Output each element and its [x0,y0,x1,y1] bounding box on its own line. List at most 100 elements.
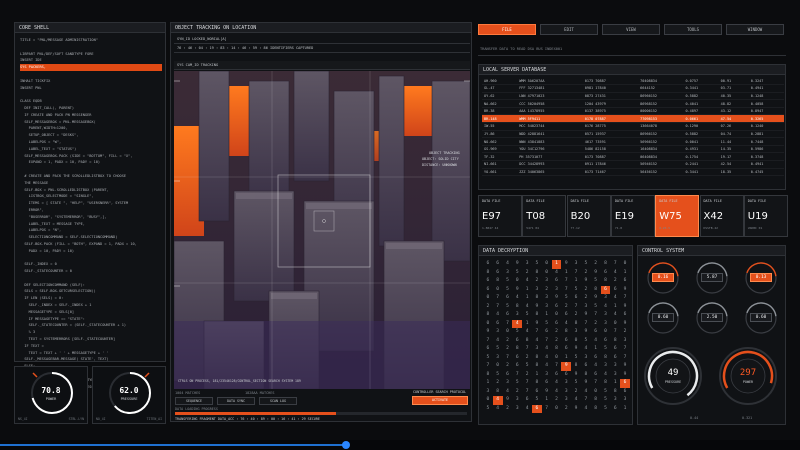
tab-view[interactable]: VIEW [602,24,660,35]
decryption-cell: 8 [555,346,558,351]
decryption-cell: 9 [584,380,588,385]
table-cell: MCC 54023744 [517,122,583,131]
camera-feed[interactable]: OBJECT TRACKING OBJECT: SOLID CITY DISTA… [174,71,470,389]
table-row[interactable]: NI-661 DCC 34428993 0911 17846 56946152 0.24… [482,160,784,169]
decryption-cell: 8 [604,380,607,385]
decryption-cell: 7 [535,329,539,334]
power-foot-right: STBL.LYN [68,417,84,421]
table-cell: 18.35 [718,168,749,177]
decryption-row: 049365123478533 [483,396,630,405]
table-cell: 6644152 [638,84,684,93]
code-line: LABEL_TEXT = "STATUS") [20,146,77,151]
tab-window[interactable]: WINDOW [726,24,784,35]
data-file-card[interactable]: DATA FILE X42 DSSTB.42 [699,195,744,237]
decryption-cell: 7 [545,337,549,343]
decryption-cell: 7 [506,320,509,326]
power-gauge: 70.8 POWER NS_4I STBL.LYN [14,366,88,424]
table-row[interactable]: NO-662 NNN 43841883 4617 73591 56966152 0.00… [482,137,784,146]
decryption-cell: 8 [535,269,539,275]
control-knob[interactable]: 2.50 [690,300,734,340]
decryption-cell: 6 [486,286,490,292]
code-line: TEXT = SYSTEMERRORS [SELF._STATECOUNTER] [20,337,116,342]
decryption-cell: 0 [515,278,519,283]
data-file-card[interactable]: DATA FILE T08 5471 04 [522,195,567,237]
table-row[interactable]: AH-960 WMM 5A6207AA 0173 70887 70408834 0.07… [482,77,784,86]
table-row[interactable]: YO-661 ZZZ 34063865 0173 71467 56456152 0.34… [482,168,784,177]
table-row[interactable]: JY-86 NDD 42881641 0571 15937 86966152 0.588… [482,130,784,139]
decryption-cell: 7 [623,346,627,351]
video-scrubber-handle[interactable] [342,441,350,449]
control-knob-value: 0.60 [750,313,772,322]
table-row[interactable]: IW-55 MCC 54023744 0176 28775 13664078 0.129… [482,122,784,131]
decryption-cell: 4 [515,295,519,300]
decryption-cell: 3 [604,363,607,368]
video-progress-bar[interactable] [0,440,800,450]
loading-progress-label: DATA LOADING PROGRESS [175,407,218,411]
decryption-cell: 5 [574,354,578,360]
code-line: INHALT TICKFIX [20,78,51,83]
decryption-cell: 2 [486,303,490,309]
decryption-cell: 6 [535,388,539,394]
table-row[interactable]: NA-662 CCC 50204958 1204 43979 86968152 0.40… [482,99,784,108]
table-cell: 0.3441 [683,84,719,93]
table-row[interactable]: GS-969 YOU 34C12796 5486 82158 16408834 0.49… [482,145,784,154]
table-row[interactable]: TF-32 PH 35731077 0173 70887 06408834 0.1754… [482,152,784,162]
control-knob[interactable]: 5.87 [690,260,734,300]
activate-button[interactable]: ACTIVATE [412,396,468,405]
power-dial-value: 297 [739,368,757,378]
table-row[interactable]: OY-62 LNN 47971023 0873 27431 86966152 0.588… [482,92,784,101]
tab-edit[interactable]: EDIT [540,24,598,35]
decryption-row: 537628401536867 [483,354,630,363]
code-line: % 3 [20,330,36,335]
control-knob-value: 0.16 [652,273,674,282]
pressure-dial: 49 PRESSURE [641,344,705,408]
table-cell: 56966152 [638,137,684,146]
table-cell: 4617 73591 [582,137,639,146]
decryption-cell: 6 [545,380,549,385]
decryption-cell: 7 [506,354,509,360]
decryption-cell: 8 [604,354,607,360]
decryption-cell: 8 [515,346,519,351]
data-file-card[interactable]: DATA FILE E97 1.8847 44 [478,195,522,237]
decryption-cell: 0 [594,388,598,394]
decryption-cell: 6 [515,337,519,343]
table-cell: 40.35 [718,92,749,101]
table-row[interactable]: GL-47 FFF 32713481 0981 17840 6644152 0.3441… [482,84,784,93]
control-knob[interactable]: 0.60 [641,300,685,340]
pressure-dial-value: 49 [667,368,679,378]
decryption-cell: 7 [613,261,617,266]
data-file-card[interactable]: DATA FILE B20 77.12 [566,195,611,237]
decryption-row: 6 5 2 8 7 3 4 8 6 9 4 1 5 6 7 [483,345,630,354]
control-knob[interactable]: 0.60 [739,300,783,340]
code-line: LABELPOS = "N", [20,228,62,233]
decryption-cell: 5 [604,397,607,402]
code-line: LABEL_TEXT = MESSAGE TYPE, [20,221,85,226]
data-file-code: U19 [747,211,768,222]
tab-tools[interactable]: TOOLS [664,24,722,35]
decryption-cell: 4 [574,397,578,402]
tab-file[interactable]: FILE [478,24,536,35]
decryption-cell: 0 [486,320,490,326]
decryption-cell: 3 [604,320,607,326]
scan-log-button[interactable]: SCAN LOG [259,397,297,405]
decryption-cell: 7 [525,388,529,394]
data-file-card[interactable]: DATA FILE W75 8.26.5 [655,195,700,237]
table-cell: 77098153 [638,114,684,124]
decryption-cell: 0 [496,286,500,292]
decryption-cell: 5 [584,261,588,266]
sequence-button[interactable]: SEQUENCE [175,397,213,405]
control-knob[interactable]: 0.16 [641,260,685,300]
table-row[interactable]: BR-38 AAA 14378955 0137 38975 00006152 0.489… [482,107,784,116]
decryption-cell: 8 [574,363,578,368]
decryption-cell: 5 [564,295,568,300]
control-knob[interactable]: 0.13 [739,260,783,300]
table-row[interactable]: BR-148 WMM 5F9411 0178 07887 77098153 0.0661… [482,114,784,124]
decryption-cell: 4 [492,396,503,405]
data-file-code: E19 [614,211,634,222]
code-line: SELF._INDEX = 0 [20,262,57,267]
data-file-card[interactable]: DATA FILE U19 USDBI 01 [743,195,788,237]
data-sync-button[interactable]: DATA SYNC [217,397,255,405]
data-file-card[interactable]: DATA FILE E19 71.8 [610,195,655,237]
decryption-cell: 3 [545,371,549,377]
decryption-cell: 9 [515,286,519,292]
